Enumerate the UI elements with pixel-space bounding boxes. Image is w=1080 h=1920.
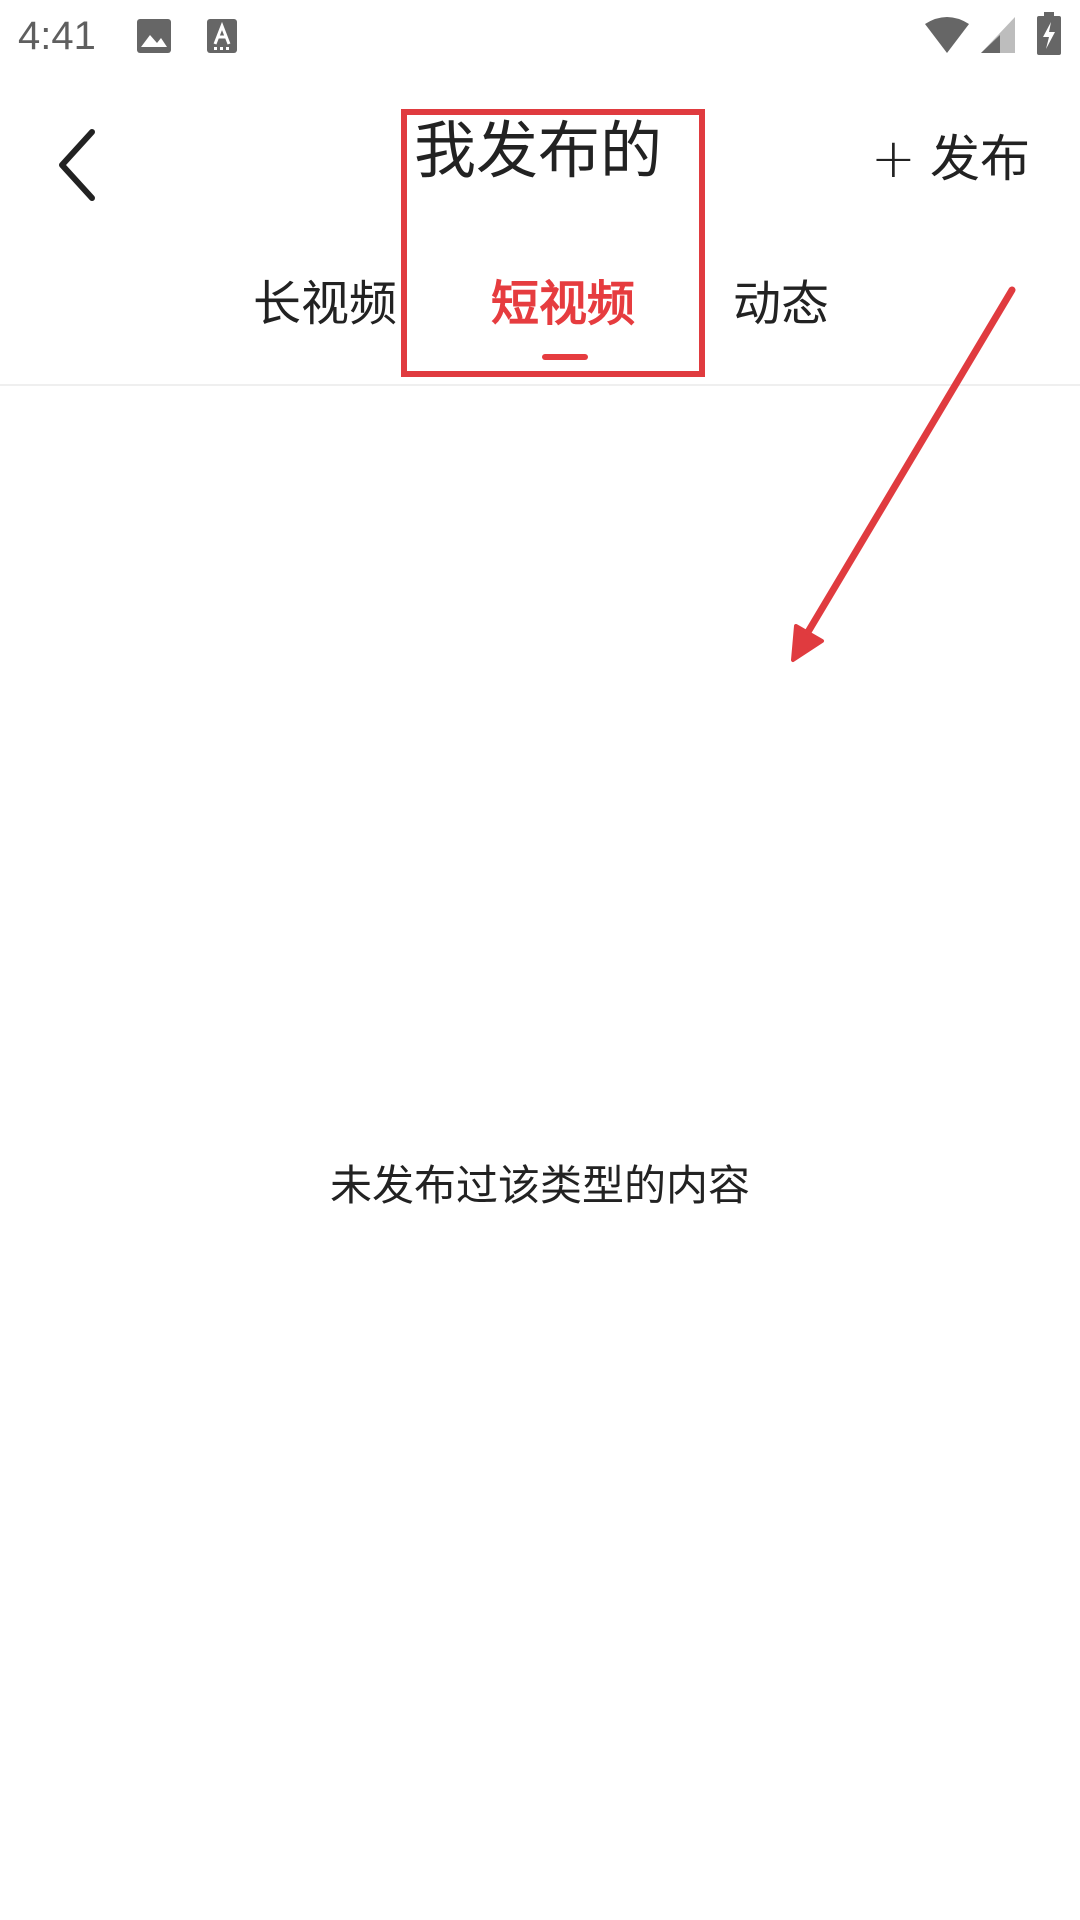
annotation-arrow <box>791 286 1016 662</box>
